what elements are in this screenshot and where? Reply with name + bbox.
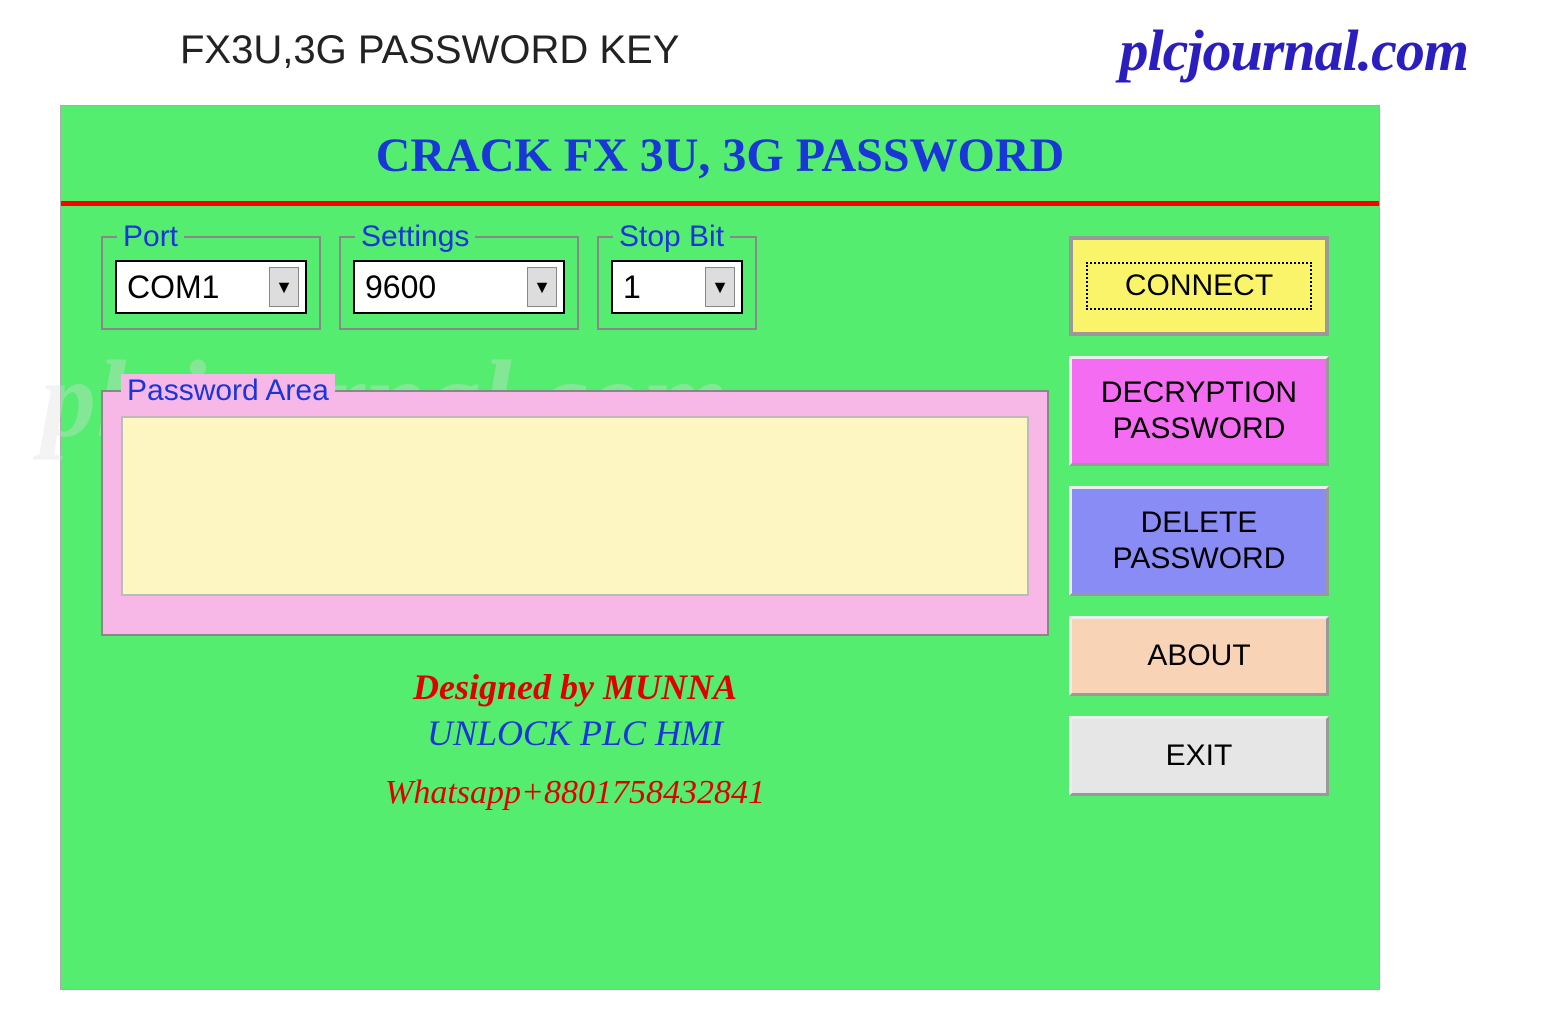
dropdown-arrow-icon: ▼ (527, 267, 557, 307)
titlebar: FX3U,3G PASSWORD KEY plcjournal.com (0, 0, 1568, 100)
credit-contact: Whatsapp+8801758432841 (101, 774, 1049, 812)
brand-label: plcjournal.com (1119, 17, 1468, 84)
delete-button-label: DELETE PASSWORD (1080, 505, 1318, 577)
credits: Designed by MUNNA UNLOCK PLC HMI Whatsap… (101, 666, 1049, 812)
password-area-label: Password Area (121, 374, 335, 408)
settings-value: 9600 (365, 269, 436, 306)
port-group: Port COM1 ▼ (101, 236, 321, 330)
stopbit-group: Stop Bit 1 ▼ (597, 236, 757, 330)
delete-password-button[interactable]: DELETE PASSWORD (1069, 486, 1329, 596)
stopbit-select[interactable]: 1 ▼ (611, 260, 743, 314)
exit-button[interactable]: EXIT (1069, 716, 1329, 796)
settings-group: Settings 9600 ▼ (339, 236, 579, 330)
about-button-label: ABOUT (1147, 638, 1250, 674)
exit-button-label: EXIT (1166, 738, 1233, 774)
credit-designer: Designed by MUNNA (101, 666, 1049, 708)
settings-select[interactable]: 9600 ▼ (353, 260, 565, 314)
connect-button[interactable]: CONNECT (1069, 236, 1329, 336)
settings-label: Settings (355, 220, 475, 254)
window-title: FX3U,3G PASSWORD KEY (180, 28, 679, 73)
connect-button-focus: CONNECT (1086, 262, 1313, 309)
port-select[interactable]: COM1 ▼ (115, 260, 307, 314)
decryption-password-button[interactable]: DECRYPTION PASSWORD (1069, 356, 1329, 466)
decryption-button-label: DECRYPTION PASSWORD (1080, 375, 1318, 447)
password-area-group: Password Area (101, 390, 1049, 636)
stopbit-label: Stop Bit (613, 220, 730, 254)
connect-button-label: CONNECT (1125, 268, 1273, 304)
credit-tagline: UNLOCK PLC HMI (101, 712, 1049, 754)
main-panel: plcjournal.com CRACK FX 3U, 3G PASSWORD … (60, 105, 1380, 990)
port-value: COM1 (127, 269, 219, 306)
dropdown-arrow-icon: ▼ (269, 267, 299, 307)
divider (61, 201, 1379, 206)
main-heading: CRACK FX 3U, 3G PASSWORD (61, 128, 1379, 183)
stopbit-value: 1 (623, 269, 641, 306)
port-label: Port (117, 220, 184, 254)
password-output (121, 416, 1029, 596)
dropdown-arrow-icon: ▼ (705, 267, 735, 307)
about-button[interactable]: ABOUT (1069, 616, 1329, 696)
